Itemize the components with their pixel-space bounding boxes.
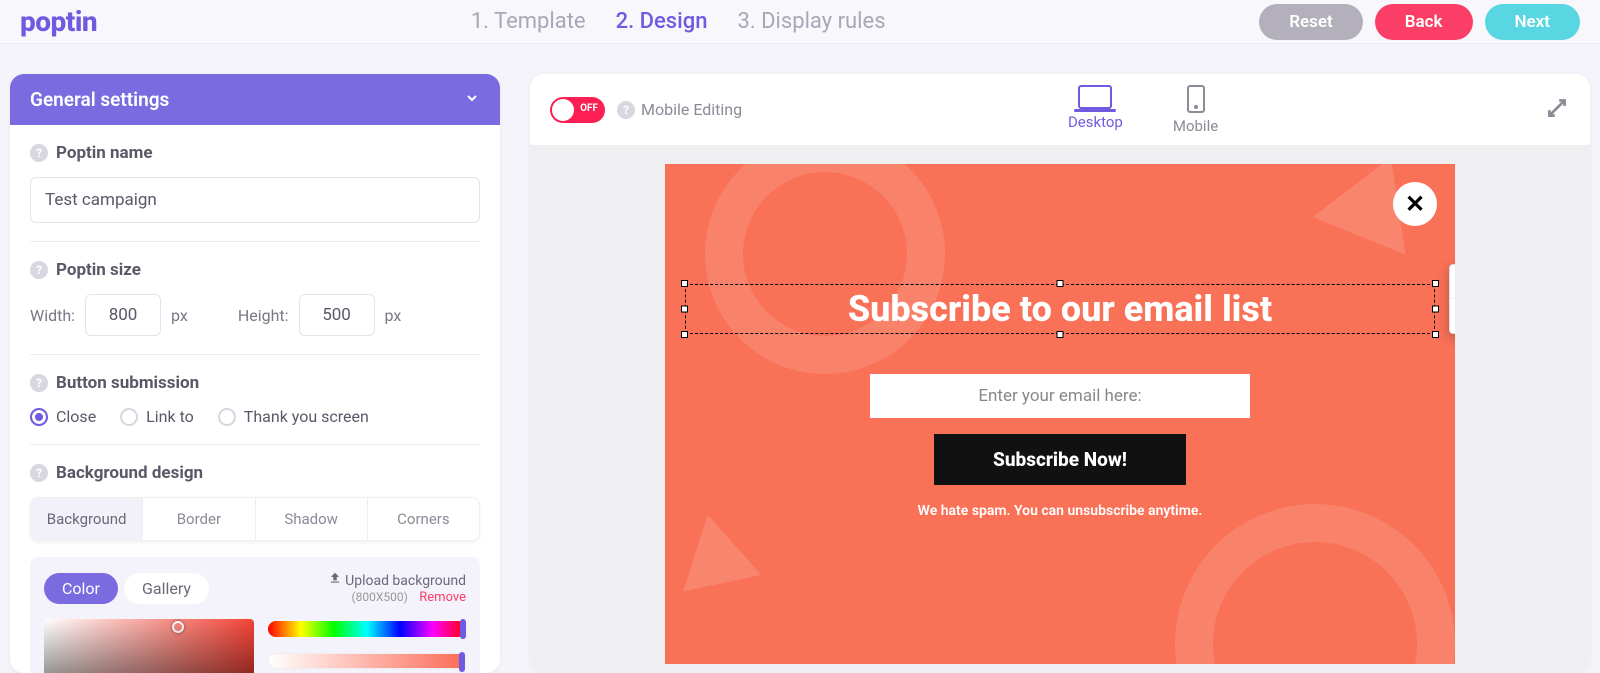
bg-tabs: Background Border Shadow Corners — [30, 497, 480, 541]
section-poptin-size: ? Poptin size Width: px Height: px — [30, 242, 480, 355]
poptin-name-label: Poptin name — [56, 143, 153, 163]
poptin-name-input[interactable] — [30, 177, 480, 223]
mobile-editing-toggle[interactable]: OFF — [550, 97, 605, 123]
popup-close-button[interactable]: ✕ — [1393, 182, 1437, 226]
selection-outline — [685, 284, 1435, 334]
sidebar-header-title: General settings — [30, 88, 169, 111]
section-background-design: ? Background design Background Border Sh… — [30, 445, 480, 673]
slider-handle[interactable] — [460, 619, 466, 639]
height-label: Height: — [238, 306, 289, 325]
resize-handle[interactable] — [1432, 306, 1439, 313]
width-label: Width: — [30, 306, 75, 325]
hue-slider[interactable] — [268, 621, 466, 637]
radio-icon — [120, 408, 138, 426]
mobile-editing-label: Mobile Editing — [641, 100, 742, 119]
radio-linkto-label: Link to — [146, 407, 194, 426]
bg-shape-circle — [1175, 504, 1455, 664]
mobile-icon — [1187, 85, 1205, 113]
help-icon[interactable]: ? — [30, 144, 48, 162]
slider-handle[interactable] — [459, 652, 465, 672]
radio-linkto[interactable]: Link to — [120, 407, 194, 426]
reset-button[interactable]: Reset — [1259, 4, 1363, 40]
section-poptin-name: ? Poptin name — [30, 125, 480, 242]
top-buttons: Reset Back Next — [1259, 4, 1580, 40]
resize-handle[interactable] — [681, 280, 688, 287]
width-input[interactable] — [85, 294, 161, 336]
desktop-icon — [1078, 85, 1112, 109]
upload-icon — [328, 573, 345, 589]
px-unit: px — [171, 306, 188, 325]
px-unit: px — [385, 306, 402, 325]
popup-email-input[interactable]: Enter your email here: — [870, 374, 1250, 418]
toggle-knob — [552, 99, 574, 121]
radio-thankyou-label: Thank you screen — [244, 407, 369, 426]
upload-dims: (800X500) — [352, 590, 408, 604]
back-button[interactable]: Back — [1375, 4, 1473, 40]
selection-tools — [1449, 264, 1455, 334]
bg-shape-triangle — [669, 506, 762, 591]
radio-close-label: Close — [56, 407, 96, 426]
bg-panel: Color Gallery Upload background (800X500… — [30, 557, 480, 673]
toggle-off-text: OFF — [580, 103, 598, 114]
headline-selected-element[interactable]: Subscribe to our email list — [685, 284, 1435, 334]
expand-icon[interactable] — [1544, 95, 1570, 125]
fullscreen-icon[interactable] — [1450, 299, 1455, 333]
radio-icon — [30, 408, 48, 426]
sidebar-header[interactable]: General settings — [10, 74, 500, 125]
device-desktop[interactable]: Desktop — [1068, 85, 1123, 135]
resize-handle[interactable] — [1432, 331, 1439, 338]
popup-disclaimer: We hate spam. You can unsubscribe anytim… — [665, 503, 1455, 519]
chevron-down-icon — [464, 88, 480, 111]
background-design-label: Background design — [56, 463, 203, 483]
help-icon[interactable]: ? — [30, 464, 48, 482]
step-design[interactable]: 2. Design — [616, 9, 708, 34]
gradient-handle[interactable] — [172, 621, 184, 633]
help-icon[interactable]: ? — [30, 261, 48, 279]
step-template[interactable]: 1. Template — [471, 9, 586, 34]
resize-handle[interactable] — [1432, 280, 1439, 287]
next-button[interactable]: Next — [1485, 4, 1581, 40]
resize-handle[interactable] — [1057, 331, 1064, 338]
pill-color[interactable]: Color — [44, 573, 118, 604]
brand-logo: poptin — [20, 5, 97, 38]
device-mobile[interactable]: Mobile — [1173, 85, 1218, 135]
height-input[interactable] — [299, 294, 375, 336]
radio-icon — [218, 408, 236, 426]
upload-label: Upload background — [345, 573, 466, 589]
popup-subscribe-button[interactable]: Subscribe Now! — [934, 434, 1186, 485]
top-bar: poptin 1. Template 2. Design 3. Display … — [0, 0, 1600, 44]
resize-handle[interactable] — [681, 331, 688, 338]
tab-border[interactable]: Border — [143, 498, 255, 540]
wizard-steps: 1. Template 2. Design 3. Display rules — [97, 9, 1259, 34]
resize-handle[interactable] — [1057, 280, 1064, 287]
radio-thankyou[interactable]: Thank you screen — [218, 407, 369, 426]
settings-sidebar: General settings ? Poptin name ? Poptin … — [10, 74, 500, 673]
radio-close[interactable]: Close — [30, 407, 96, 426]
upload-background[interactable]: Upload background (800X500) Remove — [328, 571, 466, 605]
tab-background[interactable]: Background — [31, 498, 143, 540]
canvas-toolbar: OFF ? Mobile Editing Desktop Mobile — [530, 74, 1590, 146]
close-icon: ✕ — [1405, 190, 1425, 218]
canvas-panel: OFF ? Mobile Editing Desktop Mobile — [530, 74, 1590, 673]
step-display-rules[interactable]: 3. Display rules — [737, 9, 885, 34]
remove-link[interactable]: Remove — [419, 590, 466, 605]
alpha-slider[interactable] — [268, 653, 466, 669]
poptin-size-label: Poptin size — [56, 260, 141, 280]
desktop-label: Desktop — [1068, 113, 1123, 131]
duplicate-icon[interactable] — [1450, 265, 1455, 299]
pill-gallery[interactable]: Gallery — [124, 573, 209, 604]
tab-corners[interactable]: Corners — [368, 498, 479, 540]
section-button-submission: ? Button submission Close Link to Thank … — [30, 355, 480, 445]
mobile-label: Mobile — [1173, 117, 1218, 135]
canvas-area[interactable]: ✕ Subscribe to our email list — [530, 146, 1590, 673]
color-gradient-picker[interactable] — [44, 619, 254, 673]
help-icon[interactable]: ? — [617, 101, 635, 119]
help-icon[interactable]: ? — [30, 374, 48, 392]
resize-handle[interactable] — [681, 306, 688, 313]
popup-preview[interactable]: ✕ Subscribe to our email list — [665, 164, 1455, 664]
tab-shadow[interactable]: Shadow — [256, 498, 368, 540]
button-submission-label: Button submission — [56, 373, 199, 393]
